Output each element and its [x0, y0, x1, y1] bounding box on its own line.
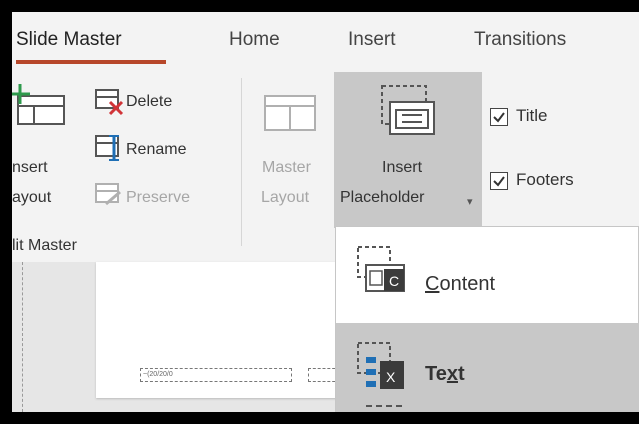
ruler-guide	[22, 262, 24, 412]
group-divider	[241, 78, 242, 246]
group-label-edit-master: lit Master	[12, 237, 77, 254]
insert-layout-label-2: ayout	[12, 189, 52, 206]
tab-home[interactable]: Home	[229, 28, 280, 52]
master-layout-icon	[264, 95, 316, 131]
rename-button[interactable]: Rename	[126, 140, 186, 160]
next-menu-item-icon-partial	[366, 405, 402, 412]
rename-layout-icon	[95, 135, 119, 161]
tab-transitions[interactable]: Transitions	[474, 28, 566, 52]
master-layout-label-2: Layout	[261, 189, 310, 206]
preserve-icon	[95, 183, 121, 206]
svg-text:C: C	[389, 273, 399, 289]
footers-checkbox[interactable]	[490, 172, 508, 190]
chevron-down-icon[interactable]: ▾	[467, 192, 473, 212]
insert-placeholder-label-1: Insert	[382, 159, 423, 176]
menu-item-text[interactable]: X Text	[336, 323, 639, 412]
ribbon-tab-bar: Slide Master Home Insert Transitions	[12, 12, 639, 72]
content-placeholder-icon: C	[357, 246, 405, 292]
delete-button[interactable]: Delete	[126, 92, 172, 112]
active-tab-underline	[16, 60, 166, 64]
checkmark-icon	[493, 112, 505, 123]
slide-thumbnail[interactable]: ~(20/20/0	[96, 262, 346, 398]
insert-layout-label-1: nsert	[12, 159, 48, 176]
tab-insert[interactable]: Insert	[348, 28, 396, 52]
insert-placeholder-icon	[381, 85, 435, 135]
title-checkbox[interactable]	[490, 108, 508, 126]
delete-layout-icon	[95, 89, 124, 116]
svg-text:X: X	[386, 369, 396, 385]
tab-slide-master[interactable]: Slide Master	[16, 28, 122, 52]
menu-item-text-label: Text	[425, 363, 465, 385]
insert-placeholder-label-2: Placeholder	[340, 189, 425, 206]
text-placeholder-icon: X	[357, 342, 404, 389]
insert-layout-icon[interactable]	[12, 84, 72, 130]
menu-item-content[interactable]: C Content	[336, 227, 639, 317]
menu-item-content-label: Content	[425, 273, 496, 295]
preserve-button[interactable]: Preserve	[126, 188, 190, 208]
powerpoint-window: Slide Master Home Insert Transitions nse…	[12, 12, 639, 412]
footers-checkbox-label: Footers	[516, 170, 574, 189]
title-checkbox-label: Title	[516, 106, 548, 125]
insert-placeholder-dropdown: C Content X Text	[335, 226, 639, 412]
master-layout-label-1: Master	[262, 159, 311, 176]
footer-placeholder[interactable]: ~(20/20/0	[140, 368, 292, 382]
checkmark-icon	[493, 176, 505, 187]
